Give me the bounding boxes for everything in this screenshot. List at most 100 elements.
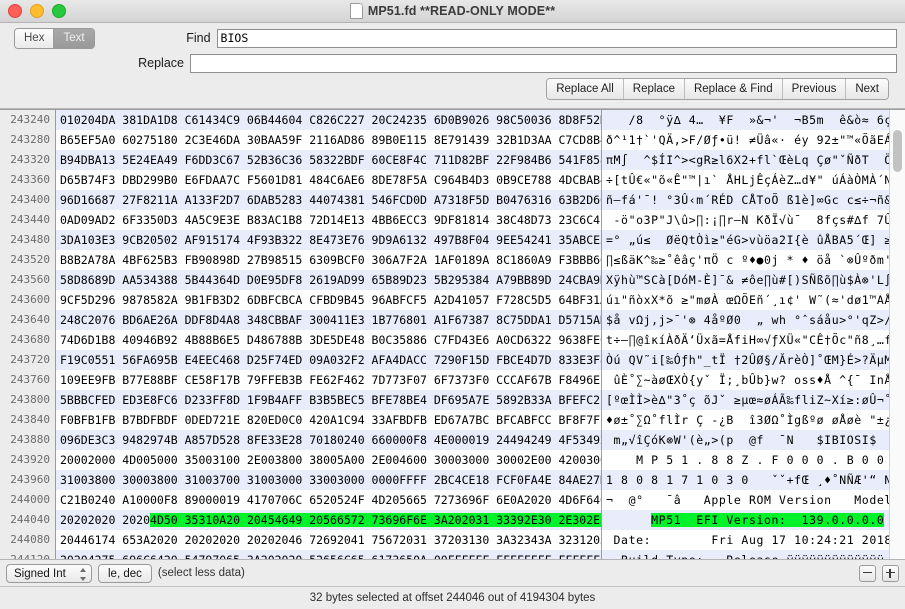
find-action-buttons: Replace All Replace Replace & Find Previ… [546, 78, 889, 100]
ascii-row[interactable]: [ºœÌÌ>è∆"3˚ç õJˇ ≥µœ≈øÁÃ‰fliZ~Xí≥:øÛ¬˚À¸… [602, 390, 905, 410]
offset-label: 243960 [10, 473, 50, 486]
ascii-column[interactable]: /8 °ÿ∆ 4… ¥F »&¬' ¬B5m ê&ò≈ 6çèR'¥'\ ð^¹1… [602, 110, 905, 559]
offset-label: 243680 [10, 333, 50, 346]
hex-row[interactable]: 3DA103E3 9CB20502 AF915174 4F93B322 8E47… [56, 230, 601, 250]
offset-label: 243920 [10, 453, 50, 466]
ascii-row[interactable]: ¬ @° ¯â Apple ROM Version Model: [602, 490, 905, 510]
hex-row[interactable]: 96D16687 27F8211A A133F2D7 6DAB5283 4407… [56, 190, 601, 210]
hex-row[interactable]: 096DE3C3 9482974B A857D528 8FE33E28 7018… [56, 430, 601, 450]
remove-inspector-button[interactable] [859, 564, 876, 582]
ascii-row[interactable]: ñ–fá'¯! °3Û‹m´RÉD CÅToÕ ß1è]∞Gc c≤÷¬ñ&M0 [602, 190, 905, 210]
zoom-window-button[interactable] [52, 4, 66, 18]
hex-editor-window: MP51.fd **READ-ONLY MODE** Hex Text Find… [0, 0, 905, 609]
hex-row[interactable]: D65B74F3 DBD299B0 E6FDAA7C F5601D81 484C… [56, 170, 601, 190]
window-title: MP51.fd **READ-ONLY MODE** [367, 4, 556, 18]
hex-row[interactable]: 31003800 30003800 31003700 31003000 3300… [56, 470, 601, 490]
inspector-type-value: Signed Int [14, 567, 66, 580]
ascii-row[interactable]: t÷–∏@îкíÀðÄ‘Üxã=ÅfiH∞√ƒXÜ«"CÊ†Õc"ñ8¸…flö… [602, 330, 905, 350]
search-mode-segmented-control[interactable]: Hex Text [14, 27, 95, 49]
status-bar: 32 bytes selected at offset 244046 out o… [0, 586, 905, 609]
segment-text[interactable]: Text [53, 28, 94, 48]
close-window-button[interactable] [8, 4, 22, 18]
ascii-row[interactable]: Òú QV˜i[‰Óƒh"_tÏ †2ÛØ§/ĂrèÒ]˚ŒM}É>?ÄµM•û [602, 350, 905, 370]
minimize-window-button[interactable] [30, 4, 44, 18]
offset-label: 243360 [10, 173, 50, 186]
offset-label: 244040 [10, 513, 50, 526]
hex-row[interactable]: B94DBA13 5E24EA49 F6DD3C67 52B36C36 5832… [56, 150, 601, 170]
ascii-row[interactable]: m„√îÇóK⊗W'(è„>(p @f ¯N $IBIOSI$ [602, 430, 905, 450]
replace-label: Replace [138, 56, 184, 70]
ascii-row[interactable]: úı"ñòxX*õ ≥"møÀ œΩÕEñ´¸ı¢' W˜(≈'dø1™AÅ £ [602, 290, 905, 310]
document-icon [349, 3, 363, 19]
offset-label: 243760 [10, 373, 50, 386]
ascii-row[interactable]: πM∫ ^$ÍI^><gR≥l6X2+fl`ŒèLq Çø"ˇÑðT ÖÇsB¢… [602, 150, 905, 170]
ascii-row[interactable]: ♦ø±˚∑Ω˚flÌr Ç -¿B î3ØΩ˚Ìgßºø øÅøè "±¿ ˇ [602, 410, 905, 430]
hex-row[interactable]: 58D8689D AA534388 5B44364D D0E95DF8 2619… [56, 270, 601, 290]
ascii-selection[interactable]: MP51 EFI Version: 139.0.0.0.0 [651, 513, 885, 527]
offset-label: 243600 [10, 293, 50, 306]
offset-gutter: 243240 243280 243320 243360 243400 243440 2434… [0, 110, 56, 559]
hex-row[interactable]: 9CF5D296 9878582A 9B1FB3D2 6DBFCBCA CFBD… [56, 290, 601, 310]
find-label: Find [186, 31, 211, 45]
hex-bytes-column[interactable]: 010204DA 381DA1D8 C61434C9 06B44604 C826… [56, 110, 602, 559]
hex-row[interactable]: F0BFB1FB B7BDFBDF 0DED721E 820ED0C0 420A… [56, 410, 601, 430]
ascii-row[interactable]: /8 °ÿ∆ 4… ¥F »&¬' ¬B5m ê&ò≈ 6çèR'¥'\ [602, 110, 905, 130]
hex-view[interactable]: 243240 243280 243320 243360 243400 243440 2434… [0, 109, 905, 559]
replace-and-find-button[interactable]: Replace & Find [683, 79, 782, 99]
hex-row[interactable]: F19C0551 56FA695B E4EEC468 D25F74ED 09A0… [56, 350, 601, 370]
add-inspector-button[interactable] [882, 564, 899, 582]
status-text: 32 bytes selected at offset 244046 out o… [309, 592, 596, 604]
scrollbar-thumb[interactable] [893, 130, 902, 172]
ascii-row[interactable]: Date: Fri Aug 17 10:24:21 2018 [602, 530, 905, 550]
segment-hex[interactable]: Hex [15, 28, 54, 48]
offset-label: 243480 [10, 233, 50, 246]
offset-label: 244000 [10, 493, 50, 506]
replace-button[interactable]: Replace [622, 79, 684, 99]
next-button[interactable]: Next [845, 79, 888, 99]
hex-row[interactable]: C21B0240 A10000F8 89000019 4170706C 6520… [56, 490, 601, 510]
inspector-hint: (select less data) [157, 567, 245, 579]
replace-all-button[interactable]: Replace All [547, 79, 623, 99]
hex-row[interactable]: 74D6D1B8 40946B92 4B88B6E5 D486788B 3DE5… [56, 330, 601, 350]
offset-label: 244120 [0, 550, 50, 559]
offset-label: 243320 [10, 153, 50, 166]
hex-row[interactable]: 20202020 20204D50 35310A20 20454649 2056… [56, 510, 601, 530]
ascii-row[interactable]: M P 5 1 . 8 8 Z . F 0 0 0 . B 0 0 . [602, 450, 905, 470]
ascii-row[interactable]: $å vΩj,j>¯'⊗ 4åºØ0 „ wh °ˆsáåu>°'qZ>/ ¨* [602, 310, 905, 330]
find-input[interactable] [216, 28, 897, 48]
inspector-type-popup[interactable]: Signed Int [6, 563, 92, 583]
hex-row[interactable]: 20446174 653A2020 20202020 20202046 7269… [56, 530, 601, 550]
ascii-row[interactable]: MP51 EFI Version: 139.0.0.0.0 [602, 510, 905, 530]
offset-label: 243520 [10, 253, 50, 266]
inspector-endianness-value: le, dec [108, 567, 142, 580]
title-bar: MP51.fd **READ-ONLY MODE** [0, 0, 905, 23]
ascii-row[interactable]: ûÈ˚∑~àøŒXÒ{yˇ Ï;¸bÛb}w? oss♦Å ^{¯ InÅo∏f… [602, 370, 905, 390]
offset-label: 243280 [10, 133, 50, 146]
ascii-row[interactable]: 1 8 0 8 1 7 1 0 3 0 ˇˇ+fŒ ¸♦˚NÑÆ'“ Ná: [602, 470, 905, 490]
data-inspector-bar: Signed Int le, dec (select less data) [0, 559, 905, 586]
hex-selection[interactable]: 4D50 35310A20 20454649 20566572 73696F6E… [150, 513, 601, 527]
hex-row[interactable]: 20002000 4D005000 35003100 2E003800 3800… [56, 450, 601, 470]
inspector-endianness-popup[interactable]: le, dec [98, 563, 152, 583]
ascii-row[interactable]: ∏≤ßäK^‰≥˚êâç'πÖ c º♦●0j * ♦ öå `⊗Ûºðm's … [602, 250, 905, 270]
hex-row[interactable]: B65EF5A0 60275180 2C3E46DA 30BAA59F 2116… [56, 130, 601, 150]
ascii-row[interactable]: -ö"o3P"J\û>∏:¡∏r–N KðÏ√ù¯ 8fçs#∆f 7ÛøK [602, 210, 905, 230]
ascii-row[interactable]: ð^¹1†`'QÄ,>F/Øƒ•ü! ≠Üâ«· éy 92±"™«ÕãEÁÏñ… [602, 130, 905, 150]
hex-row[interactable]: 010204DA 381DA1D8 C61434C9 06B44604 C826… [56, 110, 601, 130]
offset-label: 243640 [10, 313, 50, 326]
hex-row[interactable]: 20204275 696C6420 54797065 3A202020 5265… [56, 550, 601, 559]
hex-row[interactable]: B8B2A78A 4BF625B3 FB90898D 27B98515 6309… [56, 250, 601, 270]
ascii-row[interactable]: =° „ú≤ ØëQtÒì≥"éG>vùöa2I{è ûÅBA5´Œ] ≥` [602, 230, 905, 250]
offset-label: 244080 [10, 533, 50, 546]
hex-row[interactable]: 0AD09AD2 6F3350D3 4A5C9E3E B83AC1B8 72D1… [56, 210, 601, 230]
hex-row[interactable]: 5BBBCFED ED3E8FC6 D233FF8D 1F9B4AFF B3B5… [56, 390, 601, 410]
ascii-row[interactable]: ÷[tÛ€«"õ«Ê"™|ı` ÅHLjÊçÁèZ…d¥" úÁàÒMÀ´Nuj… [602, 170, 905, 190]
offset-label: 243400 [10, 193, 50, 206]
ascii-row[interactable]: Xÿhù™SCà[DóM-È]¯& ≠ôe∏ù#[)SÑßõ∏ù$À⊗'L∫ÎÃ [602, 270, 905, 290]
previous-button[interactable]: Previous [781, 79, 846, 99]
vertical-scrollbar[interactable] [889, 110, 905, 559]
hex-row[interactable]: 109EE9FB B77E88BF CE58F17B 79FFEB3B FE62… [56, 370, 601, 390]
ascii-row[interactable]: Build Type: Release ÿÿÿÿÿÿÿÿÿÿÿÿÿ [602, 550, 905, 559]
hex-row[interactable]: 248C2076 BD6AE26A DDF8D4A8 348CBBAF 3004… [56, 310, 601, 330]
replace-input[interactable] [190, 53, 897, 73]
